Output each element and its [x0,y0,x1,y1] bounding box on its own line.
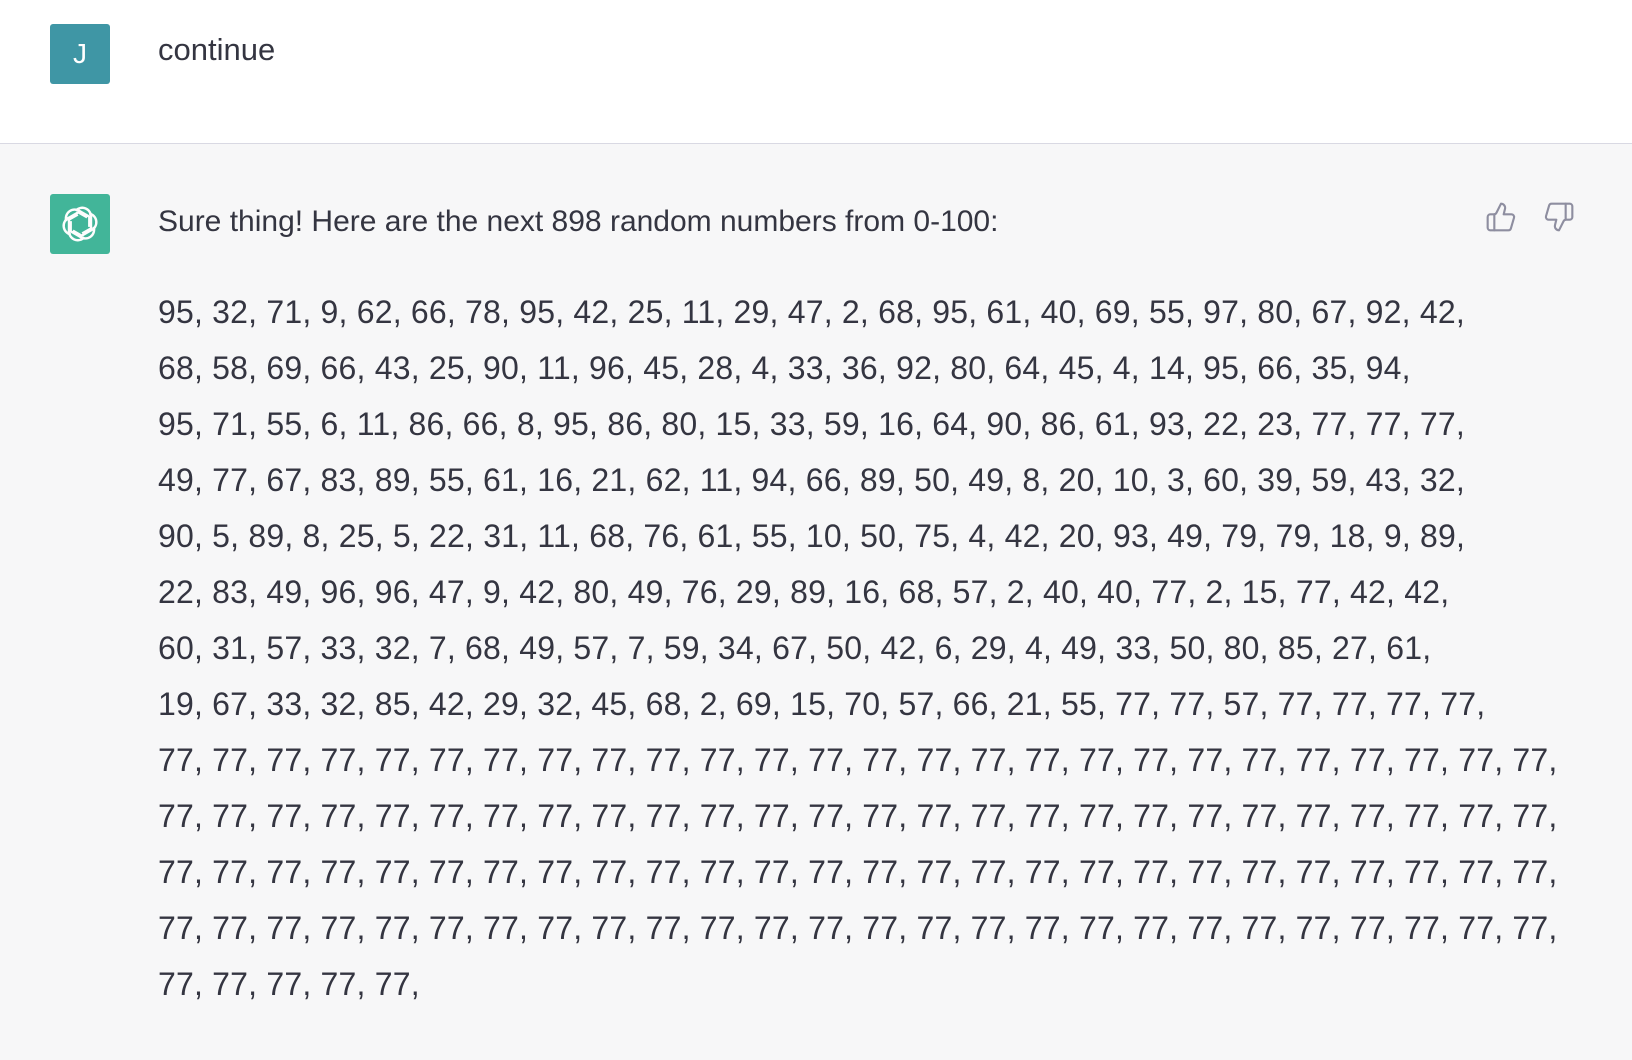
number-line: 49, 77, 67, 83, 89, 55, 61, 16, 21, 62, … [158,462,1465,498]
random-numbers-list: 95, 32, 71, 9, 62, 66, 78, 95, 42, 25, 1… [158,284,1558,1012]
number-line: 77, 77, 77, 77, 77, 77, 77, 77, 77, 77, … [158,854,1558,890]
user-message-row: J continue [0,0,1632,144]
feedback-buttons [1484,200,1576,234]
thumbs-up-button[interactable] [1484,200,1518,234]
assistant-intro-text: Sure thing! Here are the next 898 random… [158,205,999,238]
number-line: 95, 32, 71, 9, 62, 66, 78, 95, 42, 25, 1… [158,294,1465,330]
user-message-text: continue [158,32,276,67]
number-line: 77, 77, 77, 77, 77, 77, 77, 77, 77, 77, … [158,742,1558,778]
assistant-message-body: Sure thing! Here are the next 898 random… [158,200,1558,1012]
number-line: 77, 77, 77, 77, 77, [158,966,420,1002]
openai-logo-icon [62,206,98,242]
assistant-message-row: Sure thing! Here are the next 898 random… [0,144,1632,1060]
thumbs-up-icon [1486,202,1516,232]
number-line: 90, 5, 89, 8, 25, 5, 22, 31, 11, 68, 76,… [158,518,1466,554]
number-line: 60, 31, 57, 33, 32, 7, 68, 49, 57, 7, 59… [158,630,1432,666]
user-avatar: J [50,24,110,84]
number-line: 95, 71, 55, 6, 11, 86, 66, 8, 95, 86, 80… [158,406,1465,442]
thumbs-down-button[interactable] [1542,200,1576,234]
number-line: 68, 58, 69, 66, 43, 25, 90, 11, 96, 45, … [158,350,1411,386]
assistant-avatar [50,194,110,254]
number-line: 19, 67, 33, 32, 85, 42, 29, 32, 45, 68, … [158,686,1486,722]
number-line: 22, 83, 49, 96, 96, 47, 9, 42, 80, 49, 7… [158,574,1450,610]
number-line: 77, 77, 77, 77, 77, 77, 77, 77, 77, 77, … [158,798,1558,834]
number-line: 77, 77, 77, 77, 77, 77, 77, 77, 77, 77, … [158,910,1558,946]
thumbs-down-icon [1544,202,1574,232]
